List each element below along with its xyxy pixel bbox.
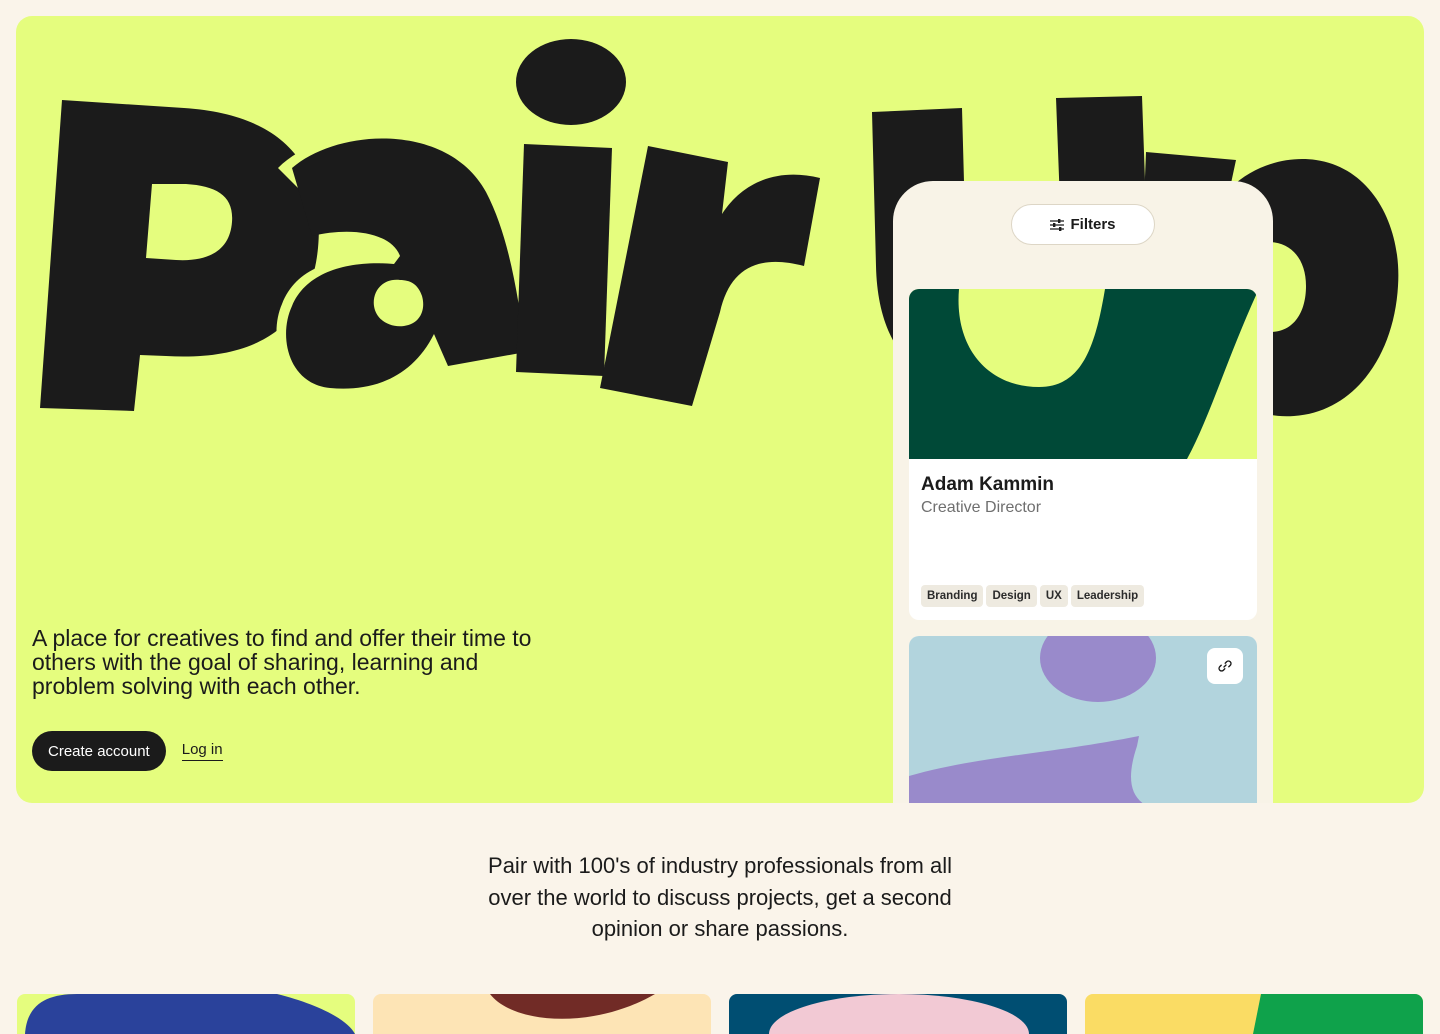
category-thumbnail-2[interactable] bbox=[373, 994, 711, 1034]
profile-card-secondary[interactable] bbox=[909, 636, 1257, 803]
hero-tagline: A place for creatives to find and offer … bbox=[32, 625, 532, 699]
category-thumbnail-4[interactable] bbox=[1085, 994, 1423, 1034]
filters-button[interactable]: Filters bbox=[1011, 204, 1155, 245]
tag-leadership[interactable]: Leadership bbox=[1070, 585, 1145, 607]
thumbnail-artwork-1 bbox=[17, 994, 355, 1034]
tag-ux[interactable]: UX bbox=[1039, 585, 1068, 607]
profile-card[interactable]: Adam Kammin Creative Director Branding D… bbox=[909, 289, 1257, 620]
wordmark-letter-r bbox=[600, 146, 820, 406]
tag-branding[interactable]: Branding bbox=[921, 585, 984, 607]
hero-cta-row: Create account Log in bbox=[32, 731, 223, 771]
profile-name: Adam Kammin bbox=[921, 474, 1055, 495]
thumbnail-artwork-4 bbox=[1085, 994, 1423, 1034]
category-thumbnail-3[interactable] bbox=[729, 994, 1067, 1034]
category-thumbnail-1[interactable] bbox=[17, 994, 355, 1034]
profile-card-artwork bbox=[909, 289, 1257, 459]
link-icon bbox=[1218, 660, 1232, 672]
tag-design[interactable]: Design bbox=[986, 585, 1037, 607]
thumbnail-artwork-3 bbox=[729, 994, 1067, 1034]
secondary-card-artwork bbox=[909, 636, 1257, 803]
profile-role: Creative Director bbox=[921, 499, 1042, 516]
log-in-link[interactable]: Log in bbox=[181, 741, 223, 761]
create-account-button[interactable]: Create account bbox=[32, 731, 166, 771]
wordmark-letter-a bbox=[286, 138, 526, 389]
section-intro-copy: Pair with 100's of industry professional… bbox=[488, 853, 952, 941]
sliders-icon bbox=[1050, 218, 1065, 231]
phone-mockup: Filters Adam Kammin Creative Director Br… bbox=[893, 181, 1273, 803]
hero-section: Filters Adam Kammin Creative Director Br… bbox=[16, 16, 1424, 803]
thumbnail-artwork-2 bbox=[373, 994, 711, 1034]
wordmark-letter-i-dot bbox=[516, 39, 626, 125]
filters-label: Filters bbox=[1070, 216, 1116, 233]
profile-tags: Branding Design UX Leadership bbox=[921, 585, 1145, 607]
wordmark-letter-i bbox=[516, 144, 612, 376]
wordmark-letter-p bbox=[40, 100, 319, 411]
copy-link-button[interactable] bbox=[1207, 648, 1243, 684]
